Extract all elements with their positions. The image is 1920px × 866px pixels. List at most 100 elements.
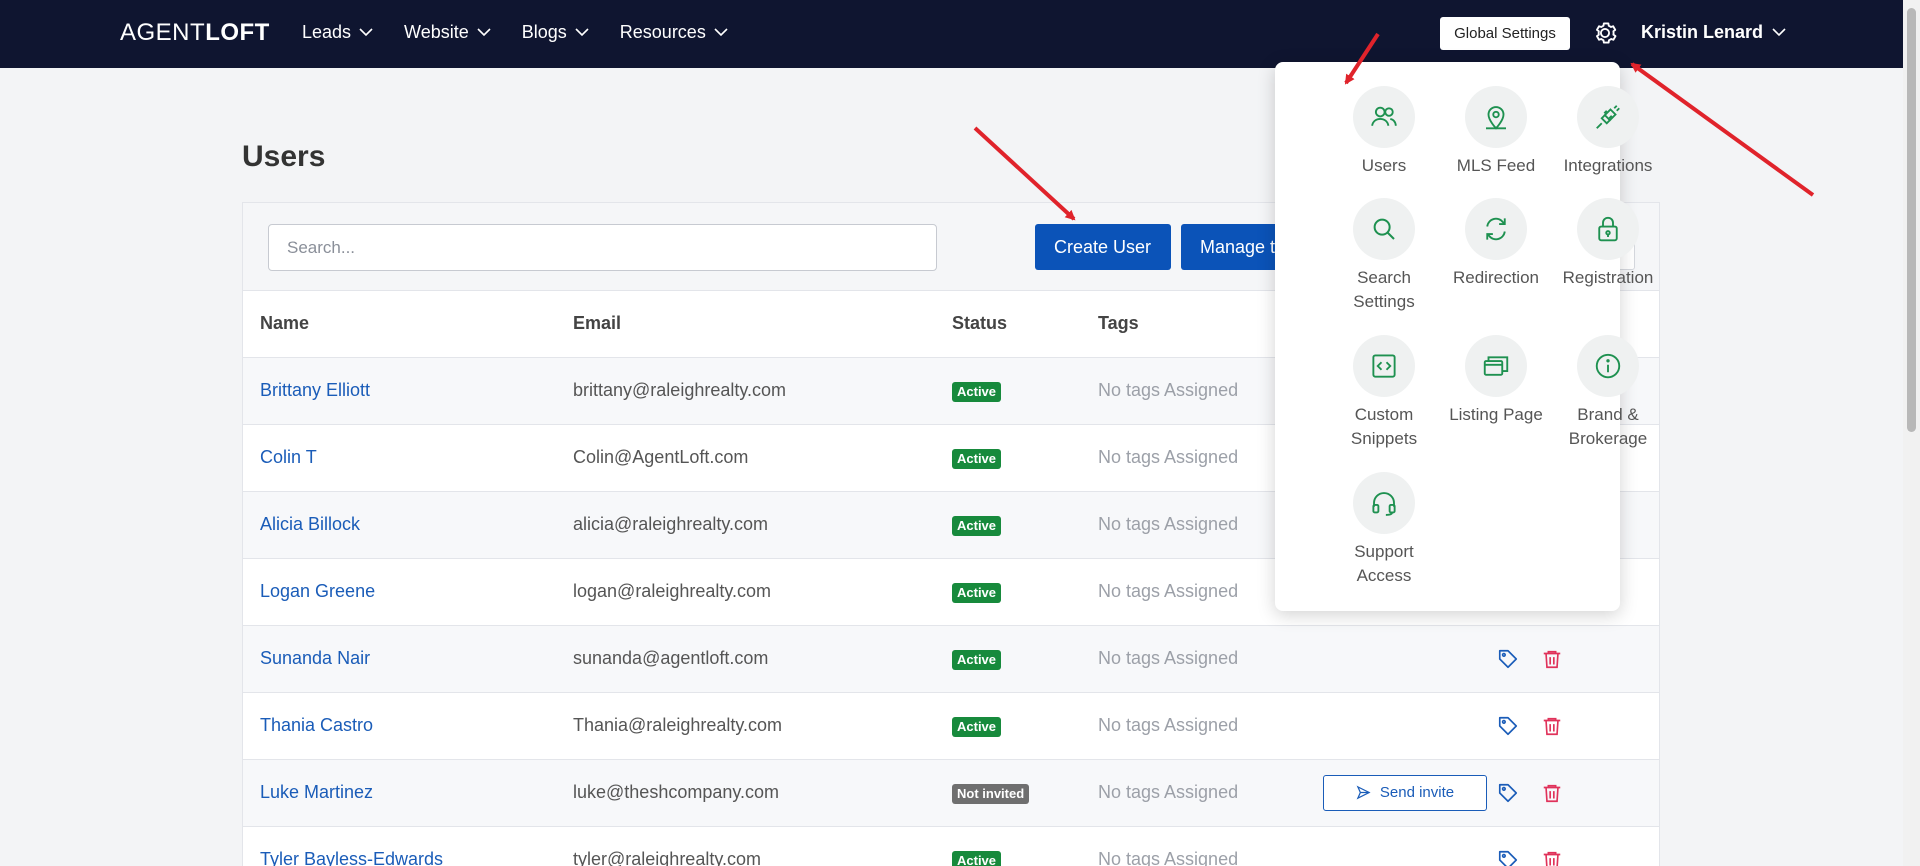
settings-item-label: Registration	[1562, 268, 1654, 287]
scrollbar-thumb[interactable]	[1907, 8, 1916, 432]
status-badge: Active	[952, 649, 1002, 670]
cell-actions	[1304, 692, 1659, 760]
cell-name: Luke Martinez	[243, 759, 556, 827]
user-menu[interactable]: Kristin Lenard	[1641, 22, 1786, 43]
user-name-link[interactable]: Luke Martinez	[260, 782, 373, 802]
cell-status: Active	[935, 357, 1081, 425]
status-badge: Active	[952, 381, 1002, 402]
settings-item-mls-feed[interactable]: MLS Feed	[1440, 86, 1552, 178]
refresh-icon	[1465, 198, 1527, 260]
info-icon	[1577, 335, 1639, 397]
user-name-link[interactable]: Sunanda Nair	[260, 648, 370, 668]
users-icon	[1353, 86, 1415, 148]
user-name-link[interactable]: Colin T	[260, 447, 317, 467]
column-header-tags: Tags	[1081, 291, 1304, 358]
cell-email: sunanda@agentloft.com	[556, 625, 935, 693]
gear-icon[interactable]	[1591, 19, 1619, 47]
user-name-link[interactable]: Thania Castro	[260, 715, 373, 735]
trash-icon[interactable]	[1541, 848, 1563, 866]
nav-leads[interactable]: Leads	[302, 22, 373, 43]
status-badge: Active	[952, 515, 1002, 536]
cell-name: Logan Greene	[243, 558, 556, 626]
cell-email: brittany@raleighrealty.com	[556, 357, 935, 425]
main-nav: Leads Website Blogs Resources	[302, 22, 759, 43]
status-badge: Active	[952, 448, 1002, 469]
settings-item-label: Custom Snippets	[1350, 405, 1418, 448]
settings-item-search-settings[interactable]: Search Settings	[1328, 198, 1440, 314]
tag-icon[interactable]	[1497, 715, 1519, 737]
user-name-link[interactable]: Brittany Elliott	[260, 380, 370, 400]
cell-status: Active	[935, 424, 1081, 492]
cell-email: tyler@raleighrealty.com	[556, 826, 935, 866]
settings-item-listing-page[interactable]: Listing Page	[1440, 335, 1552, 427]
cell-tags: No tags Assigned	[1081, 759, 1304, 827]
send-icon	[1356, 785, 1371, 800]
cell-email: Colin@AgentLoft.com	[556, 424, 935, 492]
settings-item-integrations[interactable]: Integrations	[1552, 86, 1664, 178]
search-input[interactable]	[268, 224, 937, 271]
settings-item-redirection[interactable]: Redirection	[1440, 198, 1552, 290]
cell-actions	[1304, 826, 1659, 866]
column-header-name[interactable]: Name	[243, 291, 556, 358]
search-icon	[1353, 198, 1415, 260]
settings-item-label: Search Settings	[1353, 268, 1415, 311]
cell-name: Brittany Elliott	[243, 357, 556, 425]
nav-resources-label: Resources	[619, 22, 706, 42]
nav-resources[interactable]: Resources	[620, 22, 728, 43]
cell-status: Active	[935, 491, 1081, 559]
cell-name: Thania Castro	[243, 692, 556, 760]
trash-icon[interactable]	[1541, 647, 1563, 671]
chevron-down-icon	[1772, 28, 1786, 37]
cell-tags: No tags Assigned	[1081, 357, 1304, 425]
global-settings-button[interactable]: Global Settings	[1440, 17, 1570, 50]
tag-icon[interactable]	[1497, 648, 1519, 670]
status-badge: Not invited	[952, 783, 1030, 804]
agentloft-logo[interactable]: AGENTLOFT	[120, 19, 270, 47]
tag-icon[interactable]	[1497, 782, 1519, 804]
nav-blogs[interactable]: Blogs	[522, 22, 589, 43]
cell-tags: No tags Assigned	[1081, 826, 1304, 866]
trash-icon[interactable]	[1541, 781, 1563, 805]
settings-item-label: Brand & Brokerage	[1568, 405, 1648, 448]
cell-email: Thania@raleighrealty.com	[556, 692, 935, 760]
settings-item-users[interactable]: Users	[1328, 86, 1440, 178]
cell-email: luke@theshcompany.com	[556, 759, 935, 827]
settings-item-brand-brokerage[interactable]: Brand & Brokerage	[1552, 335, 1664, 451]
code-icon	[1353, 335, 1415, 397]
cell-status: Active	[935, 625, 1081, 693]
user-name-link[interactable]: Alicia Billock	[260, 514, 360, 534]
trash-icon[interactable]	[1541, 714, 1563, 738]
table-row: Thania Castro Thania@raleighrealty.com A…	[243, 692, 1659, 760]
page-title: Users	[242, 140, 326, 173]
cell-email: alicia@raleighrealty.com	[556, 491, 935, 559]
cell-status: Active	[935, 692, 1081, 760]
tag-icon[interactable]	[1497, 849, 1519, 866]
browser-windows-icon	[1465, 335, 1527, 397]
send-invite-label: Send invite	[1379, 784, 1455, 801]
settings-item-custom-snippets[interactable]: Custom Snippets	[1328, 335, 1440, 451]
table-row: Sunanda Nair sunanda@agentloft.com Activ…	[243, 625, 1659, 693]
send-invite-button[interactable]: Send invite	[1323, 774, 1487, 811]
cell-status: Not invited	[935, 759, 1081, 827]
user-name: Kristin Lenard	[1641, 22, 1764, 42]
cell-tags: No tags Assigned	[1081, 558, 1304, 626]
user-name-link[interactable]: Logan Greene	[260, 581, 375, 601]
nav-leads-label: Leads	[302, 22, 352, 42]
chevron-down-icon	[477, 28, 491, 37]
create-user-button[interactable]: Create User	[1035, 224, 1171, 270]
column-header-status[interactable]: Status	[935, 291, 1081, 358]
top-navbar: AGENTLOFT Leads Website Blogs Resources …	[0, 0, 1920, 68]
column-header-email[interactable]: Email	[556, 291, 935, 358]
logo-text: AGENT	[120, 19, 206, 46]
cell-name: Alicia Billock	[243, 491, 556, 559]
page-scrollbar[interactable]	[1903, 0, 1920, 866]
settings-item-support-access[interactable]: Support Access	[1328, 472, 1440, 588]
nav-website[interactable]: Website	[404, 22, 491, 43]
status-badge: Active	[952, 582, 1002, 603]
settings-item-registration[interactable]: Registration	[1552, 198, 1664, 290]
cell-tags: No tags Assigned	[1081, 692, 1304, 760]
plug-icon	[1577, 86, 1639, 148]
chevron-down-icon	[359, 28, 373, 37]
user-name-link[interactable]: Tyler Bayless-Edwards	[260, 849, 443, 866]
cell-tags: No tags Assigned	[1081, 424, 1304, 492]
